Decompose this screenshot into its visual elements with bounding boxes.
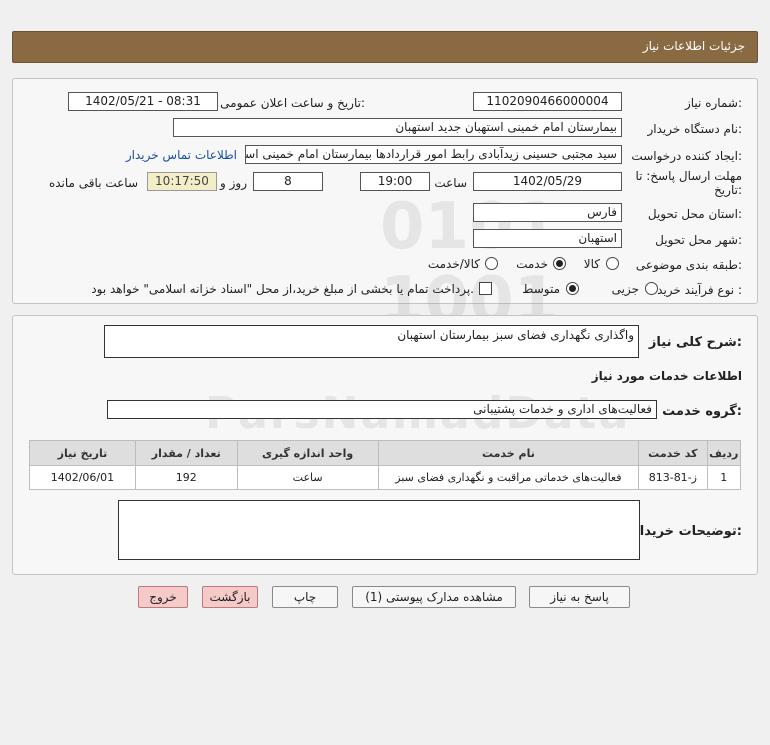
- buyer-org-label: نام دستگاه خریدار:: [647, 122, 743, 136]
- treasury-payment-note: پرداخت تمام یا بخشی از مبلغ خرید،از محل …: [91, 282, 474, 296]
- service-group-field: فعالیت‌های اداری و خدمات پشتیبانی: [107, 400, 657, 419]
- buyer-org-field: بیمارستان امام خمینی استهبان جدید استهبا…: [173, 118, 622, 137]
- col-quantity: تعداد / مقدار: [134, 440, 238, 466]
- announce-field: 1402/05/21 - 08:31: [68, 92, 218, 111]
- category-option-goods-service: کالا/خدمت: [427, 257, 480, 271]
- deadline-date-field: 1402/05/29: [473, 172, 622, 191]
- col-row-number: ردیف: [706, 440, 742, 466]
- general-desc-label: شرح کلی نیاز:: [648, 335, 742, 350]
- category-radio-goods-service[interactable]: [485, 257, 498, 270]
- table-row: 1 ز-81-813 فعالیت‌های خدماتی مراقبت و نگ…: [29, 465, 742, 490]
- cell-row-number: 1: [706, 465, 742, 490]
- purchase-option-medium: متوسط: [522, 282, 560, 296]
- time-label: ساعت: [434, 176, 467, 190]
- remaining-time-field: 10:17:50: [147, 172, 217, 191]
- cell-need-date: 1402/06/01: [29, 465, 136, 490]
- exit-button[interactable]: خروج: [138, 586, 188, 608]
- requester-label: ایجاد کننده درخواست:: [631, 149, 742, 163]
- need-number-label: شماره نیاز:: [684, 96, 742, 110]
- col-need-date: تاریخ نیاز: [29, 440, 136, 466]
- back-button[interactable]: بازگشت: [202, 586, 258, 608]
- buyer-notes-field: [118, 500, 640, 560]
- category-radio-goods[interactable]: [606, 257, 619, 270]
- table-header-row: ردیف کد خدمت نام خدمت واحد اندازه گیری ت…: [29, 440, 742, 466]
- deadline-label: مهلت ارسال پاسخ: تا تاریخ:: [635, 169, 742, 197]
- view-documents-button[interactable]: مشاهده مدارک پیوستی (1): [352, 586, 516, 608]
- cell-service-code: ز-81-813: [638, 465, 708, 490]
- buyer-contact-link[interactable]: اطلاعات تماس خریدار: [126, 148, 237, 162]
- category-label: طبقه بندی موضوعی:: [635, 258, 742, 272]
- remaining-label: ساعت باقی مانده: [48, 176, 138, 190]
- category-radio-service[interactable]: [553, 257, 566, 270]
- days-label: روز و: [220, 176, 247, 190]
- services-table: ردیف کد خدمت نام خدمت واحد اندازه گیری ت…: [29, 440, 742, 490]
- col-unit: واحد اندازه گیری: [236, 440, 379, 466]
- category-option-goods: کالا: [583, 257, 600, 271]
- city-field: استهبان: [473, 229, 622, 248]
- cell-unit: ساعت: [236, 465, 379, 490]
- province-field: فارس: [473, 203, 622, 222]
- purchase-radio-medium[interactable]: [566, 282, 579, 295]
- services-info-title: اطلاعات خدمات مورد نیاز: [591, 369, 742, 383]
- province-label: استان محل تحویل:: [647, 207, 742, 221]
- purchase-type-label: نوع فرآیند خرید :: [657, 283, 742, 297]
- city-label: شهر محل تحویل:: [655, 233, 742, 247]
- requester-field: سید مجتبی حسینی زیدآبادی رابط امور قرارد…: [245, 145, 622, 164]
- purchase-option-minor: جزیی: [611, 282, 639, 296]
- col-service-code: کد خدمت: [638, 440, 708, 466]
- service-group-label: گروه خدمت:: [662, 404, 742, 419]
- purchase-radio-minor[interactable]: [645, 282, 658, 295]
- cell-service-name: فعالیت‌های خدماتی مراقبت و نگهداری فضای …: [377, 465, 640, 490]
- col-service-name: نام خدمت: [377, 440, 640, 466]
- cell-quantity: 192: [134, 465, 238, 490]
- page-header: جزئیات اطلاعات نیاز: [12, 31, 758, 63]
- print-button[interactable]: چاپ: [272, 586, 338, 608]
- deadline-time-field: 19:00: [360, 172, 430, 191]
- announce-label: تاریخ و ساعت اعلان عمومی:: [220, 96, 365, 110]
- buyer-notes-label: توضیحات خریدار:: [632, 524, 742, 539]
- page-title: جزئیات اطلاعات نیاز: [642, 39, 745, 53]
- general-desc-field: واگذاری نگهداری فضای سبز بیمارستان استهب…: [104, 325, 639, 358]
- need-number-field: 1102090466000004: [473, 92, 622, 111]
- category-option-service: خدمت: [516, 257, 548, 271]
- treasury-payment-checkbox[interactable]: [479, 282, 492, 295]
- reply-button[interactable]: پاسخ به نیاز: [529, 586, 630, 608]
- days-field: 8: [253, 172, 323, 191]
